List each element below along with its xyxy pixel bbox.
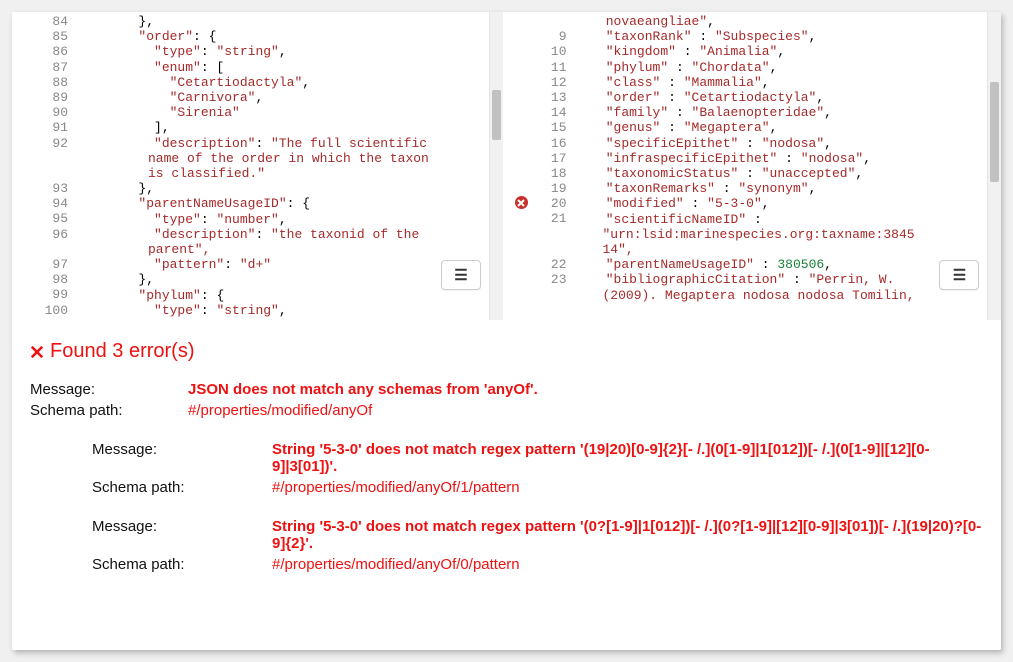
error-header: Found 3 error(s) <box>30 340 983 363</box>
sub-error-block: Message:String '5-3-0' does not match re… <box>92 518 983 573</box>
error-message-value: JSON does not match any schemas from 'an… <box>188 381 983 398</box>
error-message-value: String '5-3-0' does not match regex patt… <box>272 518 983 552</box>
error-schemapath-label: Schema path: <box>92 556 272 573</box>
error-schemapath-value: #/properties/modified/anyOf <box>188 402 983 419</box>
editors-row: 84858687888990919293949596979899100 }, "… <box>12 12 1001 320</box>
error-row: Message:String '5-3-0' does not match re… <box>92 518 983 552</box>
error-row: Schema path: #/properties/modified/anyOf <box>30 402 983 419</box>
error-row: Message: JSON does not match any schemas… <box>30 381 983 398</box>
json-editor[interactable]: 91011121314151617181920212223 novaeangli… <box>511 12 1002 320</box>
line-gutter-right: 91011121314151617181920212223 <box>511 12 575 320</box>
format-button-left[interactable]: ☰ <box>441 260 481 290</box>
json-validator-window: 84858687888990919293949596979899100 }, "… <box>12 12 1001 650</box>
error-row: Schema path:#/properties/modified/anyOf/… <box>92 556 983 573</box>
list-icon: ☰ <box>454 266 466 284</box>
format-button-right[interactable]: ☰ <box>939 260 979 290</box>
line-gutter-left: 84858687888990919293949596979899100 <box>12 12 76 320</box>
error-schemapath-value: #/properties/modified/anyOf/1/pattern <box>272 479 983 496</box>
error-schemapath-label: Schema path: <box>30 402 188 419</box>
error-row: Message:String '5-3-0' does not match re… <box>92 441 983 475</box>
error-message-value: String '5-3-0' does not match regex patt… <box>272 441 983 475</box>
error-x-icon <box>30 345 44 359</box>
scrollbar-left[interactable] <box>489 12 503 320</box>
code-area-right[interactable]: novaeangliae", "taxonRank" : "Subspecies… <box>575 12 988 320</box>
scroll-thumb-right[interactable] <box>990 82 999 182</box>
error-panel: Found 3 error(s) Message: JSON does not … <box>12 320 1001 650</box>
code-area-left[interactable]: }, "order": { "type": "string", "enum": … <box>76 12 489 320</box>
list-icon: ☰ <box>953 266 965 284</box>
error-gutter-icon <box>515 196 528 209</box>
sub-error-block: Message:String '5-3-0' does not match re… <box>92 441 983 496</box>
error-row: Schema path:#/properties/modified/anyOf/… <box>92 479 983 496</box>
error-schemapath-label: Schema path: <box>92 479 272 496</box>
schema-editor[interactable]: 84858687888990919293949596979899100 }, "… <box>12 12 503 320</box>
scroll-thumb-left[interactable] <box>492 90 501 140</box>
error-message-label: Message: <box>92 518 272 552</box>
error-schemapath-value: #/properties/modified/anyOf/0/pattern <box>272 556 983 573</box>
error-count-text: Found 3 error(s) <box>50 340 195 363</box>
scrollbar-right[interactable] <box>987 12 1001 320</box>
error-message-label: Message: <box>30 381 188 398</box>
error-message-label: Message: <box>92 441 272 475</box>
